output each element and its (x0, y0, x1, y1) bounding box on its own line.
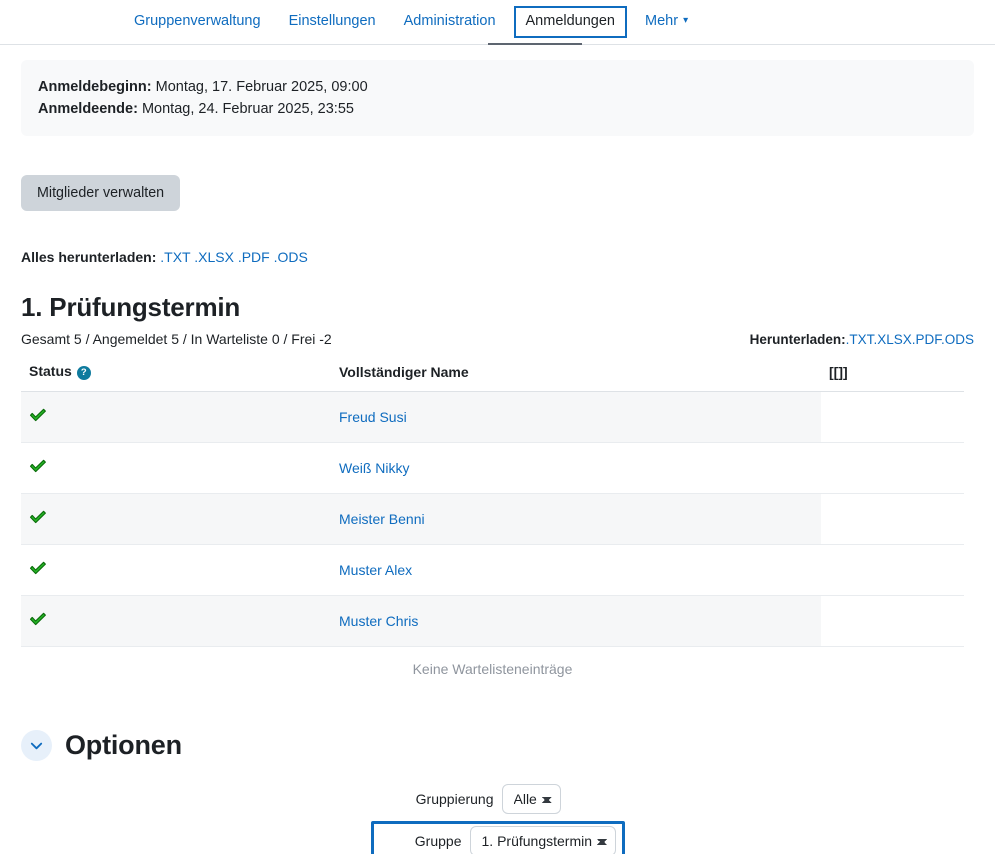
gruppierung-select[interactable]: Alle (501, 783, 561, 814)
download-all-pdf[interactable]: .PDF (238, 249, 270, 265)
table-body: Freud Susi Weiß Nikky Meister Benni Muster … (21, 391, 964, 647)
gruppe-label: Gruppe (414, 832, 462, 849)
registration-start-row: Anmeldebeginn: Montag, 17. Februar 2025,… (38, 76, 957, 98)
cell-status (21, 391, 331, 443)
registrations-table: Status? Vollständiger Name [[]] Freud Su… (21, 356, 964, 647)
download-all-ods[interactable]: .ODS (274, 249, 308, 265)
cell-fullname: Muster Alex (331, 544, 821, 596)
group-stats: Gesamt 5 / Angemeldet 5 / In Warteliste … (21, 330, 332, 347)
table-head: Status? Vollständiger Name [[]] (21, 356, 964, 392)
registration-start-label: Anmeldebeginn: (38, 79, 152, 95)
cell-status (21, 493, 331, 545)
registration-end-value: Montag, 24. Februar 2025, 23:55 (141, 101, 354, 118)
tab-label: Anmeldungen (525, 13, 616, 30)
cell-fullname: Freud Susi (331, 391, 821, 443)
table-row: Muster Alex (21, 544, 964, 596)
tab-label: Einstellungen (288, 13, 376, 30)
table-row: Meister Benni (21, 493, 964, 545)
group-download-label: Herunterladen: (749, 331, 846, 347)
column-header-extra[interactable]: [[]] (821, 356, 964, 392)
gruppierung-control: Alle (501, 783, 682, 814)
green-check-icon (29, 612, 47, 627)
cell-extra (821, 595, 964, 647)
cell-status (21, 544, 331, 596)
cell-extra (821, 493, 964, 545)
registration-end-label: Anmeldeende: (38, 101, 138, 118)
table-row: Weiß Nikky (21, 442, 964, 494)
column-header-status-label: Status (29, 362, 72, 379)
cell-extra (821, 544, 964, 596)
form-row-gruppierung: Gruppierung Alle (21, 783, 974, 814)
help-circle-icon[interactable]: ? (76, 365, 91, 380)
empty-waitlist-message: Keine Warteliste­neinträge (412, 660, 573, 677)
primary-navigation: Gruppenverwaltung Einstellungen Administ… (0, 0, 995, 45)
participant-name-link[interactable]: Muster Chris (339, 613, 418, 629)
cell-extra (821, 391, 964, 443)
green-check-icon (29, 561, 47, 576)
options-title: Optionen (65, 729, 182, 760)
tab-anmeldungen[interactable]: Anmeldungen (513, 6, 628, 38)
download-all-label: Alles herunterladen: (21, 248, 157, 265)
gruppe-focus-ring: Gruppe 1. Prüfungstermin (370, 820, 625, 854)
nav-tab-list: Gruppenverwaltung Einstellungen Administ… (0, 0, 995, 44)
chevron-down-icon: ▾ (683, 15, 689, 27)
tab-label: Gruppenverwaltung (134, 13, 261, 30)
chevron-down-icon (30, 742, 43, 750)
group-stats-row: Gesamt 5 / Angemeldet 5 / In Warteliste … (21, 331, 974, 347)
cell-fullname: Weiß Nikky (331, 442, 821, 494)
page-content: Anmeldebeginn: Montag, 17. Februar 2025,… (0, 60, 995, 854)
download-all-xlsx[interactable]: .XLSX (194, 249, 234, 265)
participant-name-link[interactable]: Muster Alex (339, 562, 412, 578)
table-row: Freud Susi (21, 391, 964, 443)
form-row-gruppe: Gruppe 1. Prüfungstermin (21, 820, 974, 854)
participant-name-link[interactable]: Freud Susi (339, 409, 407, 425)
tab-administration[interactable]: Administration (390, 4, 510, 39)
manage-members-button[interactable]: Mitglieder verwalten (21, 174, 181, 211)
participant-name-link[interactable]: Meister Benni (339, 511, 425, 527)
group-download-row: Herunterladen:.TXT.XLSX.PDF.ODS (750, 332, 974, 347)
tab-label: Mehr (645, 13, 679, 30)
column-header-fullname[interactable]: Vollständiger Name (331, 356, 821, 392)
cell-status (21, 595, 331, 647)
tab-mehr[interactable]: Mehr ▾ (631, 4, 702, 39)
options-section-header: Optionen (21, 729, 974, 761)
group-download-pdf[interactable]: .PDF (912, 332, 941, 347)
tab-einstellungen[interactable]: Einstellungen (275, 4, 390, 39)
green-check-icon (29, 510, 47, 525)
gruppe-select[interactable]: 1. Prüfungstermin (469, 825, 616, 854)
green-check-icon (29, 408, 47, 423)
gruppierung-label: Gruppierung (415, 790, 494, 807)
download-all-row: Alles herunterladen: .TXT .XLSX .PDF .OD… (21, 249, 974, 265)
table-row: Muster Chris (21, 595, 964, 647)
group-title: 1. Prüfungstermin (21, 291, 241, 322)
tab-gruppenverwaltung[interactable]: Gruppenverwaltung (120, 4, 275, 39)
cell-fullname: Meister Benni (331, 493, 821, 545)
cell-fullname: Muster Chris (331, 595, 821, 647)
download-all-txt[interactable]: .TXT (160, 249, 190, 265)
tab-label: Administration (403, 13, 496, 30)
registration-period-box: Anmeldebeginn: Montag, 17. Februar 2025,… (21, 60, 974, 136)
green-check-icon (29, 459, 47, 474)
active-tab-underline (488, 43, 582, 45)
options-collapse-toggle[interactable] (21, 729, 52, 761)
registration-start-value: Montag, 17. Februar 2025, 09:00 (155, 79, 368, 95)
gruppe-control: 1. Prüfungstermin (469, 825, 616, 854)
group-download-ods[interactable]: .ODS (941, 332, 974, 347)
group-download-txt[interactable]: .TXT (846, 332, 874, 347)
participant-name-link[interactable]: Weiß Nikky (339, 460, 410, 476)
group-download-xlsx[interactable]: .XLSX (873, 332, 911, 347)
cell-extra (821, 442, 964, 494)
cell-status (21, 442, 331, 494)
column-header-status[interactable]: Status? (21, 356, 331, 392)
options-form: Gruppierung Alle Gruppe 1. Prüfungstermi… (21, 783, 974, 854)
registration-end-row: Anmeldeende: Montag, 24. Februar 2025, 2… (38, 98, 957, 120)
table-header-row: Status? Vollständiger Name [[]] (21, 356, 964, 392)
